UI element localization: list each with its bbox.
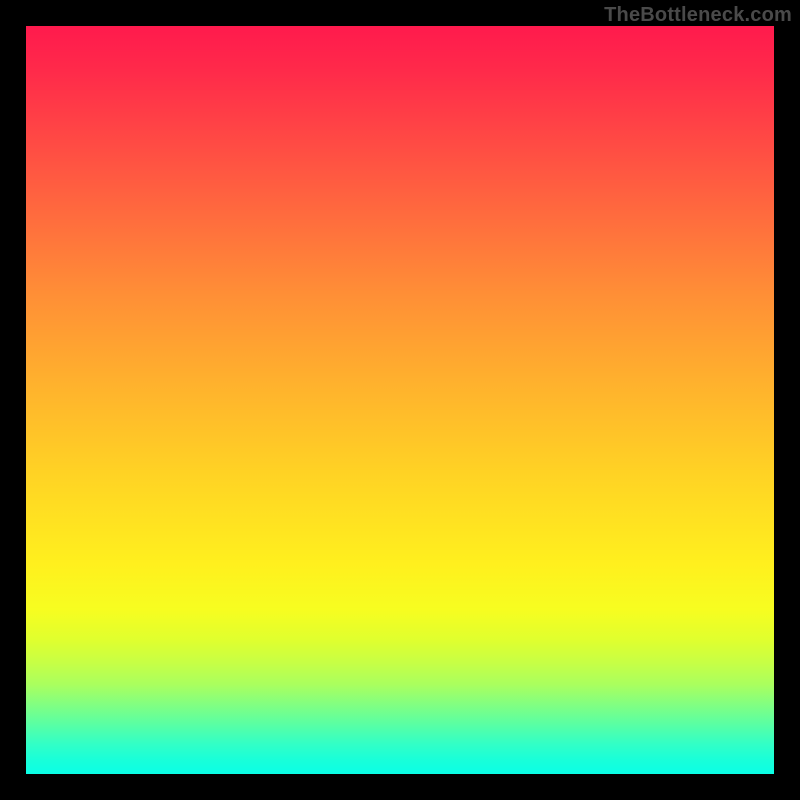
plot-area: [26, 26, 774, 774]
background-gradient: [26, 26, 774, 774]
watermark-text: TheBottleneck.com: [604, 4, 792, 27]
chart-frame: TheBottleneck.com: [0, 0, 800, 800]
